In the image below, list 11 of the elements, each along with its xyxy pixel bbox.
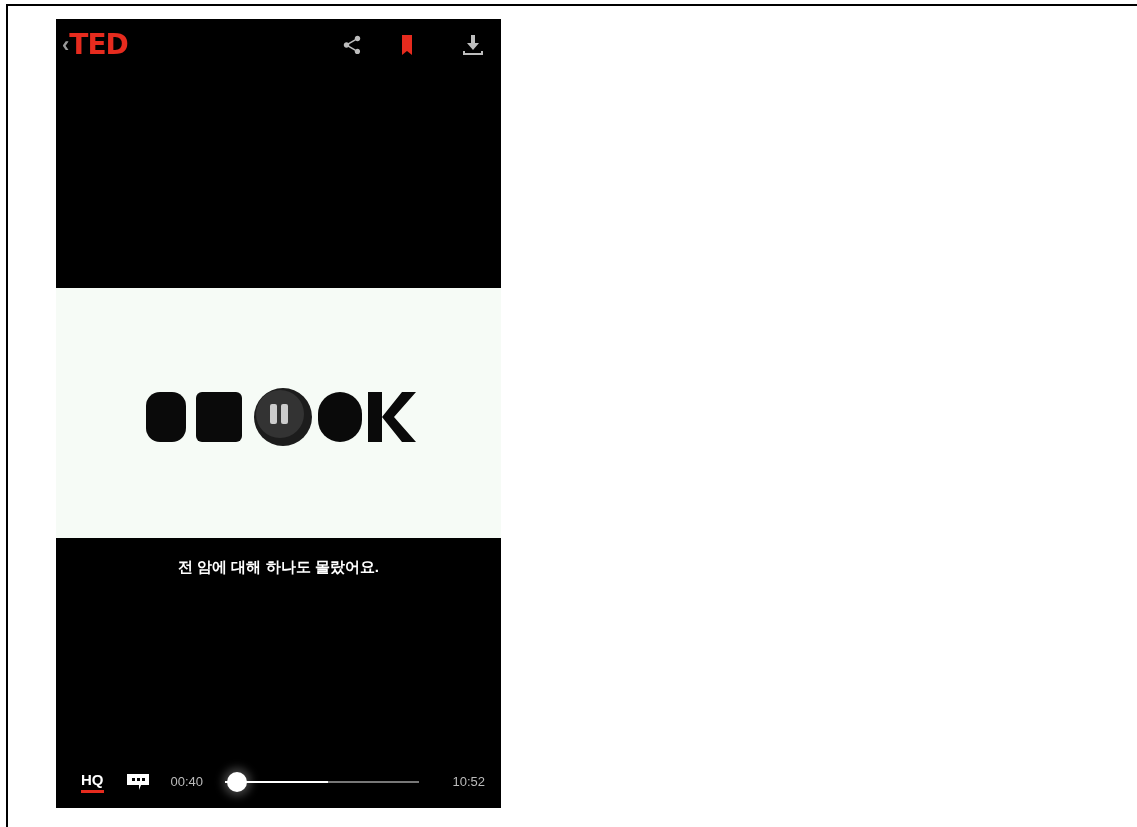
captions-icon[interactable]	[125, 772, 150, 792]
elapsed-time: 00:40	[170, 773, 204, 792]
subtitle-text: 전 암에 대해 하나도 몰랐어요.	[178, 557, 379, 577]
ted-logo: TED	[69, 31, 128, 59]
share-icon[interactable]	[341, 34, 363, 56]
hq-toggle[interactable]: HQ	[81, 771, 104, 793]
duration-time: 10:52	[452, 773, 485, 792]
back-button[interactable]: ‹	[62, 34, 70, 56]
seek-bar[interactable]	[225, 772, 420, 792]
download-icon[interactable]	[461, 34, 485, 56]
bookmark-icon[interactable]	[401, 34, 413, 56]
